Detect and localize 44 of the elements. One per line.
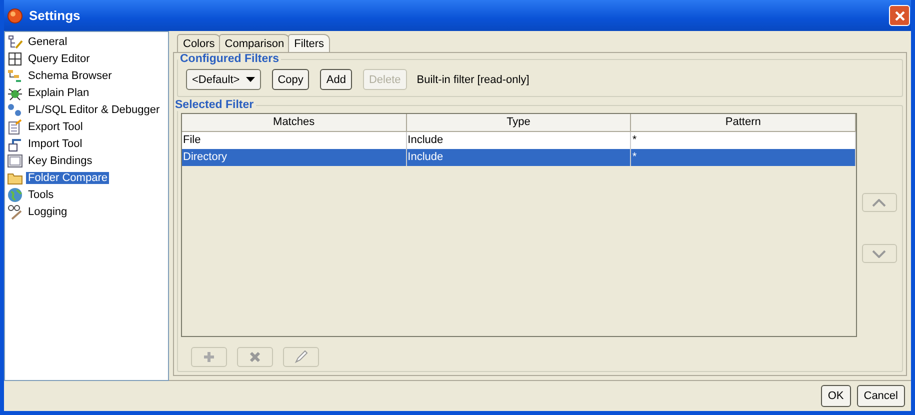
- table-cell: Include: [406, 149, 632, 166]
- table-cell: Directory: [182, 149, 407, 166]
- chevron-up-icon: [872, 198, 886, 206]
- sidebar-item[interactable]: Explain Plan: [26, 86, 92, 98]
- sidebar-item[interactable]: General: [26, 36, 70, 48]
- glasses-icon: [7, 204, 23, 220]
- filter-button[interactable]: Copy: [272, 69, 310, 90]
- plus-icon: [203, 351, 215, 363]
- chevron-down-icon: [872, 250, 886, 258]
- window-title: Settings: [29, 8, 80, 23]
- dialog-button[interactable]: OK: [820, 385, 851, 407]
- cross-icon: [249, 351, 261, 363]
- app-logo-icon: [7, 8, 23, 24]
- sidebar-item[interactable]: PL/SQL Editor & Debugger: [26, 104, 162, 116]
- sidebar-item[interactable]: Logging: [26, 206, 70, 218]
- sidebar-item[interactable]: Import Tool: [26, 138, 84, 150]
- hierarchy-icon: [7, 68, 23, 84]
- table-row[interactable]: File Include *: [182, 132, 856, 149]
- table-cell: *: [631, 149, 856, 166]
- sidebar-item[interactable]: Tools: [26, 188, 56, 200]
- globe-icon: [7, 186, 23, 202]
- close-button[interactable]: [889, 5, 910, 26]
- dialog-button[interactable]: Cancel: [856, 385, 905, 407]
- sidebar-item[interactable]: Key Bindings: [26, 154, 94, 166]
- grid-icon: [7, 50, 23, 66]
- tab[interactable]: Filters: [288, 34, 330, 52]
- pencil-icon: [294, 350, 308, 364]
- tab[interactable]: Comparison: [218, 34, 290, 52]
- dots-icon: [7, 102, 23, 118]
- sidebar-item[interactable]: Schema Browser: [26, 70, 114, 82]
- sidebar-item[interactable]: Export Tool: [26, 120, 85, 132]
- document-icon: [7, 118, 23, 134]
- tree-icon: [7, 34, 23, 50]
- caret-icon: [246, 77, 255, 82]
- filter-note: Built-in filter [read-only]: [416, 74, 530, 86]
- close-icon: [894, 10, 906, 22]
- sidebar-item[interactable]: Folder Compare: [26, 172, 110, 184]
- group-title: Configured Filters: [179, 53, 280, 65]
- sidebar-item[interactable]: Query Editor: [26, 52, 92, 64]
- tab[interactable]: Colors: [177, 34, 221, 52]
- group-title: Selected Filter: [174, 99, 255, 111]
- filter-button[interactable]: Add: [320, 69, 352, 90]
- filter-dropdown[interactable]: <Default>: [186, 69, 261, 90]
- table-row[interactable]: Directory Include *: [182, 149, 856, 166]
